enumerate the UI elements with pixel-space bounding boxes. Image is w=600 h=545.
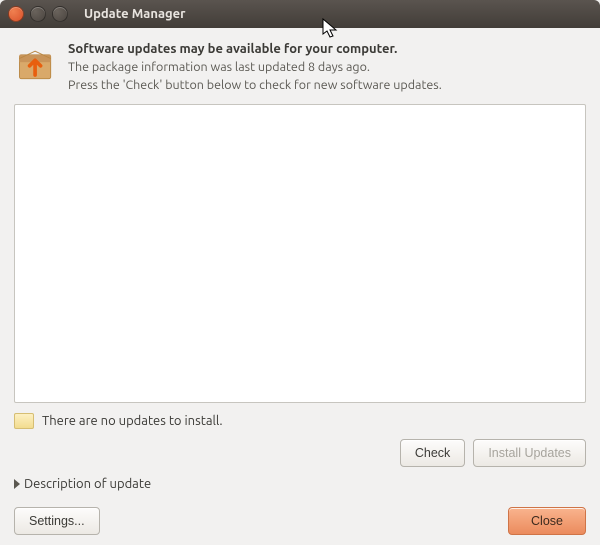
header-text: Software updates may be available for yo… [68,42,586,94]
header-subtext-2: Press the 'Check' button below to check … [68,77,586,95]
content-area: Software updates may be available for yo… [0,28,600,545]
status-row: There are no updates to install. [14,413,586,429]
status-text: There are no updates to install. [42,414,223,428]
close-button[interactable]: Close [508,507,586,535]
folder-icon [14,413,34,429]
updates-list[interactable] [14,104,586,403]
header-row: Software updates may be available for yo… [14,42,586,94]
action-row: Check Install Updates [14,439,586,467]
description-expander[interactable]: Description of update [14,477,586,491]
package-update-icon [14,42,58,86]
install-updates-button: Install Updates [473,439,586,467]
check-button[interactable]: Check [400,439,465,467]
header-subtext-1: The package information was last updated… [68,59,586,77]
description-expander-label: Description of update [24,477,151,491]
bottom-row: Settings... Close [14,507,586,535]
chevron-right-icon [14,479,20,489]
window-maximize-button[interactable] [52,6,68,22]
window-minimize-button[interactable] [30,6,46,22]
header-title: Software updates may be available for yo… [68,42,586,56]
settings-button[interactable]: Settings... [14,507,100,535]
titlebar: Update Manager [0,0,600,28]
window-title: Update Manager [84,7,186,21]
window-close-button[interactable] [8,6,24,22]
